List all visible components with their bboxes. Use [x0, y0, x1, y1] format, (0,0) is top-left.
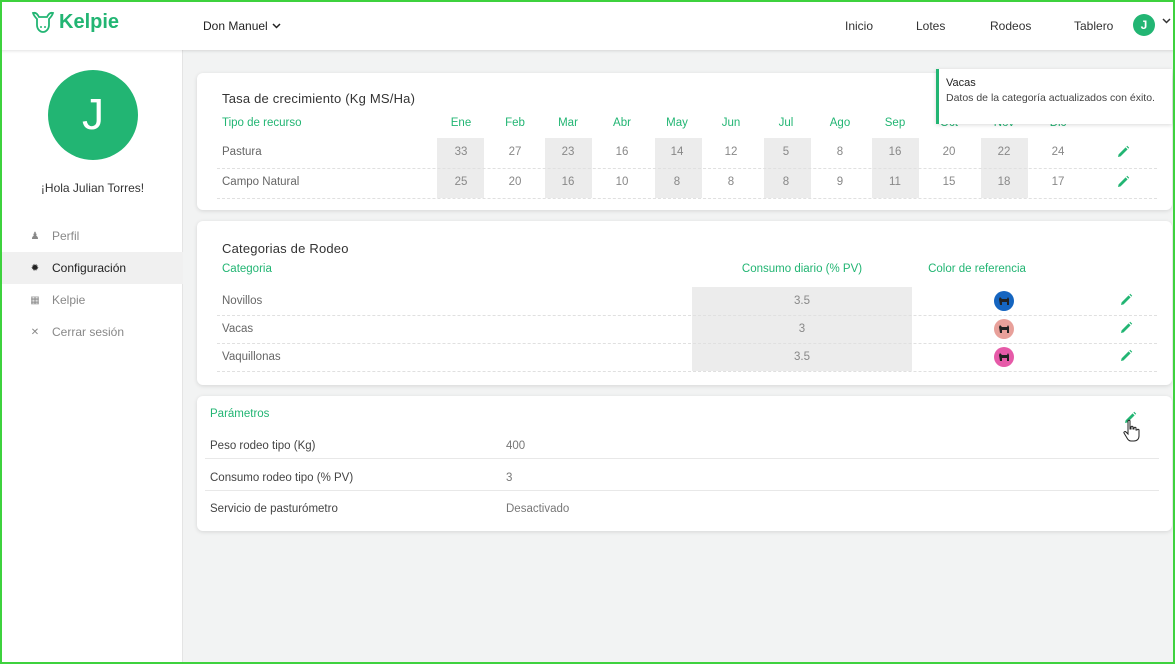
growth-title: Tasa de crecimiento (Kg MS/Ha) [222, 91, 416, 106]
param-value: 400 [506, 440, 526, 452]
growth-value: 11 [889, 176, 901, 188]
growth-value: 15 [942, 176, 956, 188]
growth-value: 27 [508, 146, 522, 158]
success-toast: Vacas Datos de la categoría actualizados… [936, 69, 1172, 124]
edit-novillos-pencil-icon[interactable] [1119, 293, 1133, 307]
sidebar-item-label: Cerrar sesión [52, 325, 125, 339]
growth-value: 22 [997, 146, 1011, 158]
cow-logo-icon [31, 11, 55, 33]
month-header: May [666, 117, 688, 129]
growth-value: 14 [670, 146, 684, 158]
growth-value: 17 [1051, 176, 1065, 188]
top-bar: Kelpie Don Manuel Inicio Lotes Rodeos Ta… [0, 0, 1175, 50]
building-icon: ▦ [30, 294, 40, 306]
user-avatar[interactable]: J [1133, 14, 1155, 36]
hand-pointer-cursor-icon [1123, 419, 1140, 442]
person-icon: ♟ [30, 230, 40, 242]
nav-tablero[interactable]: Tablero [1074, 19, 1113, 33]
edit-pastura-pencil-icon[interactable] [1116, 145, 1130, 159]
categories-title: Categorias de Rodeo [222, 241, 349, 256]
consumption-value: 3 [798, 323, 806, 335]
month-header: Jun [721, 117, 741, 129]
month-header: Mar [558, 117, 578, 129]
resource-name: Pastura [222, 146, 262, 158]
edit-vacas-pencil-icon[interactable] [1119, 321, 1133, 335]
cow-color-swatch-icon [994, 291, 1014, 311]
growth-value: 16 [888, 146, 902, 158]
sidebar: J ¡Hola Julian Torres! ♟ Perfil ✹ Config… [2, 50, 183, 662]
sidebar-item-label: Perfil [52, 229, 80, 243]
growth-value: 8 [673, 176, 681, 188]
param-label: Peso rodeo tipo (Kg) [210, 440, 316, 452]
growth-value: 16 [561, 176, 575, 188]
resource-name: Campo Natural [222, 176, 300, 188]
edit-vaquillonas-pencil-icon[interactable] [1119, 349, 1133, 363]
growth-value: 33 [454, 146, 468, 158]
nav-lotes[interactable]: Lotes [916, 19, 945, 33]
growth-value: 10 [615, 176, 629, 188]
parameters-title: Parámetros [210, 408, 270, 420]
app-name: Kelpie [59, 10, 120, 33]
growth-value: 18 [997, 176, 1011, 188]
month-header: Jul [778, 117, 794, 129]
month-header: Ene [450, 117, 472, 129]
growth-value: 8 [782, 176, 790, 188]
category-name: Vacas [222, 323, 254, 335]
consumption-column-header: Consumo diario (% PV) [741, 263, 863, 275]
toast-message: Datos de la categoría actualizados con é… [946, 92, 1155, 104]
close-icon: ✕ [30, 326, 40, 338]
category-name: Vaquillonas [222, 351, 281, 363]
nav-inicio[interactable]: Inicio [845, 19, 873, 33]
color-column-header: Color de referencia [928, 263, 1026, 275]
toast-title: Vacas [946, 77, 976, 89]
parameters-card: Parámetros Peso rodeo tipo (Kg) 400 Cons… [197, 396, 1172, 531]
sidebar-item-perfil[interactable]: ♟ Perfil [2, 220, 183, 252]
growth-value: 20 [942, 146, 956, 158]
month-header: Abr [613, 117, 631, 129]
param-label: Consumo rodeo tipo (% PV) [210, 472, 354, 484]
chevron-down-icon [272, 23, 281, 29]
consumption-value: 3.5 [794, 295, 810, 307]
growth-value: 25 [454, 176, 468, 188]
sidebar-item-kelpie[interactable]: ▦ Kelpie [2, 284, 183, 316]
sidebar-item-configuracion[interactable]: ✹ Configuración [2, 252, 183, 284]
sidebar-item-label: Configuración [52, 261, 127, 275]
category-name: Novillos [222, 295, 263, 307]
param-value: 3 [506, 472, 513, 484]
growth-value: 23 [561, 146, 575, 158]
sidebar-item-label: Kelpie [52, 293, 86, 307]
categories-card: Categorias de Rodeo Categoria Consumo di… [197, 221, 1172, 385]
farm-selector[interactable]: Don Manuel [203, 19, 281, 33]
cow-color-swatch-icon [994, 347, 1014, 367]
growth-value: 5 [782, 146, 790, 158]
gear-icon: ✹ [30, 262, 40, 274]
month-header: Feb [505, 117, 525, 129]
kelpie-logo[interactable]: Kelpie [30, 10, 119, 34]
resource-column-header: Tipo de recurso [222, 117, 302, 129]
profile-avatar: J [48, 70, 138, 160]
greeting: ¡Hola Julian Torres! [40, 181, 145, 195]
growth-value: 24 [1051, 146, 1065, 158]
param-value: Desactivado [506, 503, 570, 515]
edit-campo-natural-pencil-icon[interactable] [1116, 175, 1130, 189]
user-menu-chevron-icon[interactable] [1162, 18, 1171, 24]
month-header: Sep [884, 117, 906, 129]
growth-value: 9 [836, 176, 844, 188]
growth-value: 8 [727, 176, 735, 188]
consumption-value: 3.5 [794, 351, 810, 363]
farm-name: Don Manuel [203, 19, 268, 33]
param-label: Servicio de pasturómetro [210, 503, 338, 515]
growth-value: 12 [724, 146, 738, 158]
growth-value: 16 [615, 146, 629, 158]
growth-value: 8 [836, 146, 844, 158]
nav-rodeos[interactable]: Rodeos [990, 19, 1031, 33]
sidebar-item-cerrar-sesion[interactable]: ✕ Cerrar sesión [2, 316, 183, 348]
cow-color-swatch-icon [994, 319, 1014, 339]
category-column-header: Categoria [222, 263, 272, 275]
growth-value: 20 [508, 176, 522, 188]
month-header: Ago [829, 117, 851, 129]
